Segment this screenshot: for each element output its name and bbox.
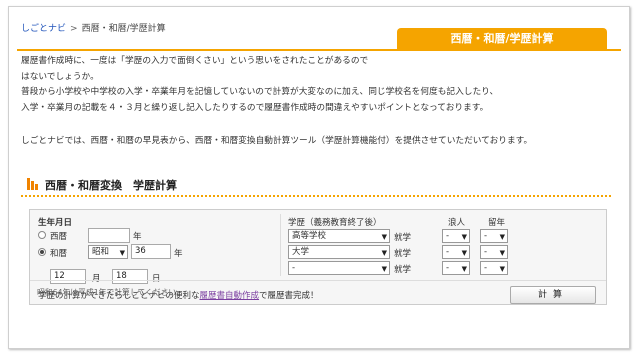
dropdown-arrow-icon: ▼ (381, 233, 387, 241)
enter-label: 就学 (394, 265, 412, 275)
page-frame: しごとナビ > 西暦・和暦/学歴計算 西暦・和暦/学歴計算 履歴書作成時に、一度は「… (8, 6, 630, 349)
title-underline (17, 49, 621, 51)
seireki-radio[interactable] (38, 231, 46, 239)
breadcrumb-separator: > (70, 24, 78, 34)
intro-text: 履歴書作成時に、一度は「学歴の入力で面倒くさい」という思いをされたことがあるので… (21, 54, 611, 146)
intro-line: 履歴書作成時に、一度は「学歴の入力で面倒くさい」という思いをされたことがあるので (21, 56, 369, 66)
dropdown-arrow-icon: ▼ (499, 233, 505, 241)
intro-line: 普段から小学校や中学校の入学・卒業年月を記憶していないので計算が大変なのに加え、… (21, 87, 499, 97)
intro-line: しごとナビでは、西暦・和暦の早見表から、西暦・和暦変換自動計算ツール（学歴計算機… (21, 136, 533, 146)
breadcrumb: しごとナビ > 西暦・和暦/学歴計算 (21, 21, 166, 34)
enter-label: 就学 (394, 233, 412, 243)
dropdown-arrow-icon: ▼ (381, 265, 387, 273)
footer-text-after: で履歴書完成！ (259, 291, 319, 301)
school-select[interactable]: - ▼ (288, 261, 390, 275)
wareki-label: 和暦 (50, 249, 68, 259)
ronin-select-value: - (446, 263, 450, 273)
ronin-select-value: - (446, 247, 450, 257)
breadcrumb-current: 西暦・和暦/学歴計算 (81, 24, 166, 34)
era-select[interactable]: 昭和 ▼ (88, 245, 128, 259)
page-title-tab: 西暦・和暦/学歴計算 (397, 28, 607, 50)
ryunen-select-value: - (484, 263, 488, 273)
breadcrumb-home-link[interactable]: しごとナビ (21, 24, 66, 34)
section-header: 西暦・和暦変換 学歴計算 (21, 174, 611, 194)
intro-line: 入学・卒業月の記載を４・３月と繰り返し記入したりするので履歴書作成時の間違えやす… (21, 102, 489, 113)
school-select-value: - (292, 263, 296, 273)
ronin-label: 浪人 (448, 218, 466, 228)
dropdown-arrow-icon: ▼ (499, 249, 505, 257)
ronin-select[interactable]: - ▼ (442, 261, 470, 275)
section-dotted-divider (21, 195, 611, 197)
ryunen-select[interactable]: - ▼ (480, 261, 508, 275)
ronin-select[interactable]: - ▼ (442, 245, 470, 259)
wareki-radio[interactable] (38, 248, 46, 256)
resume-builder-link[interactable]: 履歴書自動作成 (200, 291, 260, 301)
year-suffix: 年 (174, 249, 183, 259)
birthdate-label: 生年月日 (38, 218, 73, 228)
intro-line: はないでしょうか。 (21, 71, 99, 82)
school-select-value: 高等学校 (292, 231, 327, 241)
dropdown-arrow-icon: ▼ (461, 233, 467, 241)
school-select[interactable]: 高等学校 ▼ (288, 229, 390, 243)
showa-note: 昭和64年は平成1年で計算してください。 (37, 288, 184, 297)
era-select-value: 昭和 (92, 247, 110, 257)
calculate-button[interactable]: 計算 (510, 286, 596, 304)
form-column-divider (280, 214, 281, 276)
ryunen-select[interactable]: - ▼ (480, 245, 508, 259)
ryunen-select-value: - (484, 231, 488, 241)
dropdown-arrow-icon: ▼ (461, 265, 467, 273)
ryunen-select-value: - (484, 247, 488, 257)
section-title: 西暦・和暦変換 学歴計算 (45, 179, 177, 192)
ronin-select[interactable]: - ▼ (442, 229, 470, 243)
enter-label: 就学 (394, 249, 412, 259)
dropdown-arrow-icon: ▼ (119, 249, 125, 257)
seireki-label: 西暦 (50, 232, 68, 242)
school-select[interactable]: 大学 ▼ (288, 245, 390, 259)
seireki-year-input[interactable] (88, 228, 130, 243)
education-label: 学歴（義務教育終了後） (288, 218, 382, 228)
wareki-year-input[interactable]: 36 (131, 244, 171, 259)
bar-chart-icon (27, 178, 39, 190)
ryunen-label: 留年 (488, 218, 506, 228)
ronin-select-value: - (446, 231, 450, 241)
dropdown-arrow-icon: ▼ (461, 249, 467, 257)
year-suffix: 年 (133, 232, 142, 242)
ryunen-select[interactable]: - ▼ (480, 229, 508, 243)
dropdown-arrow-icon: ▼ (381, 249, 387, 257)
dropdown-arrow-icon: ▼ (499, 265, 505, 273)
school-select-value: 大学 (292, 247, 310, 257)
